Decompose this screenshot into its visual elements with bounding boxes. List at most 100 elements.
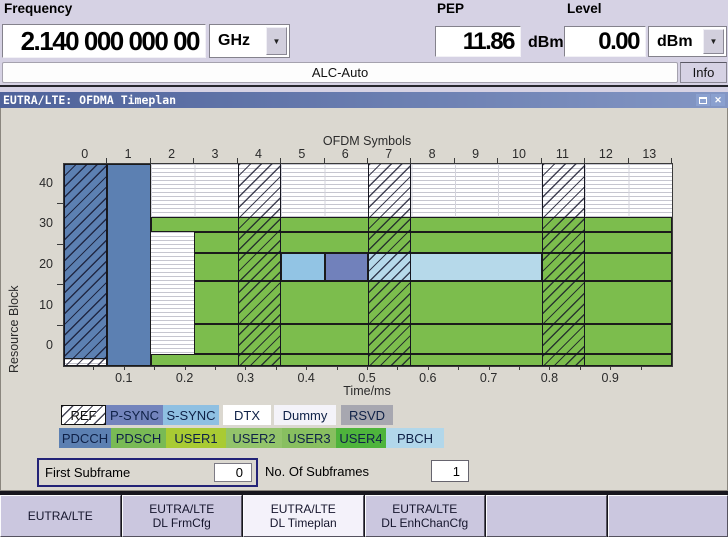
axis-tick bbox=[185, 366, 186, 370]
level-unit-label: dBm bbox=[657, 27, 693, 56]
timeplan-block-p-sync bbox=[325, 253, 368, 281]
legend-chip-ref: REF bbox=[61, 405, 106, 425]
window-title: EUTRA/LTE: OFDMA Timeplan bbox=[3, 93, 695, 107]
softkey-label: EUTRA/LTE bbox=[271, 502, 336, 516]
info-button[interactable]: Info bbox=[680, 62, 727, 83]
y-axis-tick-label: 40 bbox=[39, 176, 53, 190]
maximize-button[interactable] bbox=[696, 94, 710, 106]
legend-chip-user2: USER2 bbox=[226, 428, 282, 448]
softkey-label: DL EnhChanCfg bbox=[381, 516, 468, 530]
axis-tick bbox=[154, 366, 155, 370]
legend-chip-pbch: PBCH bbox=[386, 428, 444, 448]
axis-tick bbox=[580, 366, 581, 370]
x-axis-tick-label: 0.1 bbox=[115, 371, 132, 385]
legend-row-1: REFP-SYNCS-SYNCDTXDummyRSVD bbox=[1, 405, 728, 425]
timeplan-window: EUTRA/LTE: OFDMA Timeplan ✕ OFDM Symbols… bbox=[0, 92, 728, 491]
alc-status-text: ALC-Auto bbox=[312, 65, 368, 80]
level-value-field[interactable]: 0.00 bbox=[564, 26, 646, 57]
y-axis-title: Resource Block bbox=[7, 223, 21, 373]
window-body: OFDM Symbols 012345678910111213 Resource… bbox=[0, 108, 728, 491]
frequency-label: Frequency bbox=[4, 1, 72, 16]
first-subframe-label: First Subframe bbox=[45, 460, 130, 485]
chevron-down-icon[interactable]: ▼ bbox=[266, 27, 287, 55]
y-axis-tick-label: 20 bbox=[39, 257, 53, 271]
legend-chip-user1: USER1 bbox=[166, 428, 226, 448]
pep-value-field: 11.86 bbox=[435, 26, 521, 57]
frequency-unit-dropdown[interactable]: GHz ▼ bbox=[209, 24, 290, 58]
axis-tick bbox=[245, 366, 246, 370]
softkey-label: DL Timeplan bbox=[270, 516, 337, 530]
axis-tick bbox=[641, 366, 642, 370]
chevron-down-icon[interactable]: ▼ bbox=[703, 29, 724, 54]
legend-chip-dtx: DTX bbox=[223, 405, 271, 425]
ref-hatch-column-4 bbox=[238, 164, 281, 366]
softkey-eutra-lte-dl-enhchancfg[interactable]: EUTRA/LTEDL EnhChanCfg bbox=[365, 495, 486, 537]
no-of-subframes-value[interactable]: 1 bbox=[431, 460, 469, 482]
legend-chip-pdcch: PDCCH bbox=[59, 428, 111, 448]
close-button[interactable]: ✕ bbox=[711, 94, 725, 106]
softkey-eutra-lte-dl-frmcfg[interactable]: EUTRA/LTEDL FrmCfg bbox=[122, 495, 243, 537]
pep-value: 11.86 bbox=[463, 28, 520, 56]
alc-status-bar: ALC-Auto bbox=[2, 62, 678, 83]
top-axis-title: OFDM Symbols bbox=[63, 134, 671, 148]
x-axis-tick-label: 0.6 bbox=[419, 371, 436, 385]
axis-tick bbox=[367, 366, 368, 370]
x-axis-tick-label: 0.2 bbox=[176, 371, 193, 385]
softkey-empty-6[interactable] bbox=[608, 495, 728, 537]
header-separator bbox=[0, 85, 728, 87]
ref-hatch-column-7 bbox=[368, 164, 411, 366]
x-axis-tick-label: 0.7 bbox=[480, 371, 497, 385]
timeplan-block-s-sync bbox=[281, 253, 324, 281]
first-subframe-field-group[interactable]: First Subframe 0 bbox=[37, 458, 258, 487]
legend-chip-user3: USER3 bbox=[282, 428, 336, 448]
first-subframe-value[interactable]: 0 bbox=[214, 463, 252, 482]
pep-unit-label: dBm bbox=[528, 34, 564, 52]
axis-tick bbox=[124, 366, 125, 370]
x-axis-tick-labels: 0.1 0.2 0.3 0.4 0.5 0.6 0.7 0.8 0.9 bbox=[63, 371, 671, 384]
timeplan-block-pdcch bbox=[107, 164, 150, 366]
frequency-value-field[interactable]: 2.140 000 000 00 bbox=[2, 24, 206, 58]
level-value: 0.00 bbox=[598, 28, 645, 56]
no-of-subframes-label: No. Of Subframes bbox=[265, 460, 369, 482]
x-axis-tick-label: 0.3 bbox=[237, 371, 254, 385]
x-axis-tick-label: 0.5 bbox=[358, 371, 375, 385]
x-axis-tick-label: 0.9 bbox=[601, 371, 618, 385]
softkey-bar: EUTRA/LTEEUTRA/LTEDL FrmCfgEUTRA/LTEDL T… bbox=[0, 491, 728, 537]
softkey-eutra-lte-dl-timeplan[interactable]: EUTRA/LTEDL Timeplan bbox=[243, 495, 364, 537]
x-axis-tick-label: 0.8 bbox=[541, 371, 558, 385]
y-axis-tick-label: 10 bbox=[39, 298, 53, 312]
softkey-label: DL FrmCfg bbox=[153, 516, 211, 530]
axis-tick bbox=[428, 366, 429, 370]
level-unit-dropdown[interactable]: dBm ▼ bbox=[648, 26, 727, 57]
frequency-unit-label: GHz bbox=[218, 25, 250, 57]
pep-label: PEP bbox=[437, 1, 464, 16]
timeplan-block-dummy bbox=[151, 232, 194, 354]
softkey-label: EUTRA/LTE bbox=[149, 502, 214, 516]
softkey-label: EUTRA/LTE bbox=[392, 502, 457, 516]
y-axis-tick-labels: 403020100 bbox=[27, 163, 55, 365]
legend-chip-s-sync: S-SYNC bbox=[163, 405, 219, 425]
maximize-icon bbox=[699, 97, 707, 104]
softkey-eutra-lte[interactable]: EUTRA/LTE bbox=[0, 495, 121, 537]
legend-chip-p-sync: P-SYNC bbox=[106, 405, 163, 425]
axis-tick bbox=[306, 366, 307, 370]
instrument-screen: Frequency 2.140 000 000 00 GHz ▼ PEP 11.… bbox=[0, 0, 728, 537]
x-axis-tick-label: 0.4 bbox=[297, 371, 314, 385]
axis-tick bbox=[337, 366, 338, 370]
axis-tick bbox=[215, 366, 216, 370]
legend-chip-dummy: Dummy bbox=[274, 405, 336, 425]
softkey-empty-5[interactable] bbox=[486, 495, 607, 537]
x-axis-title: Time/ms bbox=[63, 384, 671, 398]
axis-tick bbox=[489, 366, 490, 370]
axis-tick bbox=[397, 366, 398, 370]
legend-chip-rsvd: RSVD bbox=[341, 405, 393, 425]
window-title-bar[interactable]: EUTRA/LTE: OFDMA Timeplan ✕ bbox=[0, 92, 728, 108]
softkey-label: EUTRA/LTE bbox=[28, 509, 93, 523]
axis-tick bbox=[276, 366, 277, 370]
ref-hatch-column-0 bbox=[64, 164, 107, 366]
axis-tick bbox=[549, 366, 550, 370]
axis-tick bbox=[519, 366, 520, 370]
legend-chip-user4: USER4 bbox=[336, 428, 386, 448]
legend-chip-pdsch: PDSCH bbox=[111, 428, 166, 448]
x-axis-ticks bbox=[63, 366, 671, 370]
